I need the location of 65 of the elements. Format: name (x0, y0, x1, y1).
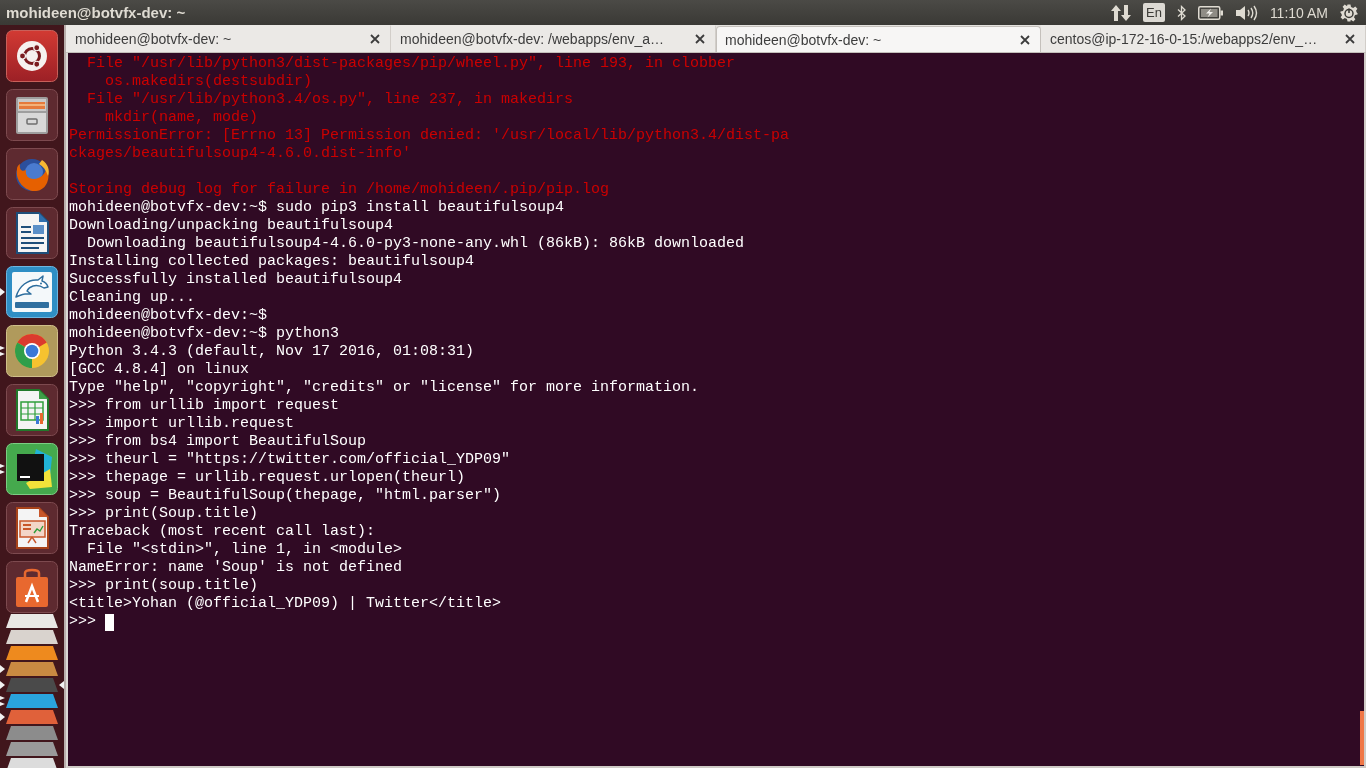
terminal-line: Installing collected packages: beautifulsoup4 (69, 253, 475, 271)
error-output-line: File "/usr/lib/python3.4/os.py", line 237, in makedirs (86, 91, 574, 109)
power-gear-icon[interactable] (1340, 3, 1358, 22)
ring-logo-icon[interactable] (6, 30, 58, 82)
terminal-line: Downloading beautifulsoup4-4.6.0-py3-none-any.whl (86kB): 86kB downloaded (86, 235, 745, 253)
folded-app-icon[interactable] (6, 758, 58, 768)
terminal-tab[interactable]: mohideen@botvfx-dev: ~ (66, 25, 391, 52)
error-output-line: File "/usr/lib/python3/dist-packages/pip/wheel.py", line 193, in clobber (86, 55, 736, 73)
terminal-tab[interactable]: mohideen@botvfx-dev: /webapps/env_a… (391, 25, 716, 52)
terminal-line: mohideen@botvfx-dev:~$ sudo pip3 install beautifulsoup4 (69, 199, 565, 217)
terminal-tab[interactable]: mohideen@botvfx-dev: ~ (716, 26, 1041, 52)
terminal-line: Downloading/unpacking beautifulsoup4 (69, 217, 394, 235)
error-output-line: ckages/beautifulsoup4-4.6.0.dist-info' (69, 145, 412, 163)
terminal-line: >>> thepage = urllib.request.urlopen(theurl) (69, 469, 466, 487)
terminal-line: File "<stdin>", line 1, in <module> (86, 541, 403, 559)
terminal-line: >>> from bs4 import BeautifulSoup (69, 433, 367, 451)
battery-charging-icon[interactable] (1197, 5, 1223, 20)
volume-icon[interactable] (1234, 4, 1258, 21)
close-icon[interactable] (1345, 34, 1355, 44)
bluetooth-icon[interactable] (1176, 4, 1186, 21)
color-wheel-icon[interactable] (6, 325, 58, 377)
close-icon[interactable] (370, 34, 380, 44)
terminal-line: >>> theurl = "https://twitter.com/official_YDP09" (69, 451, 511, 469)
terminal-line: Type "help", "copyright", "credits" or "license" for more information. (69, 379, 700, 397)
terminal-line: mohideen@botvfx-dev:~$ (69, 307, 268, 325)
keyboard-layout-indicator[interactable]: En (1142, 3, 1165, 22)
error-output-line: PermissionError: [Errno 13] Permission denied: '/usr/local/lib/python3.4/dist-pa (69, 127, 790, 145)
folded-app-icon[interactable] (6, 646, 58, 660)
folded-app-icon[interactable] (6, 742, 58, 756)
scrollbar-thumb[interactable] (1360, 711, 1364, 765)
terminal-line: >>> print(soup.title) (69, 577, 259, 595)
folded-app-icon[interactable] (6, 694, 58, 708)
error-output-line: os.makedirs(destsubdir) (104, 73, 313, 91)
presentation-icon[interactable] (6, 502, 58, 554)
spreadsheet-icon[interactable] (6, 384, 58, 436)
terminal-line: <title>Yohan (@official_YDP09) | Twitter</title> (69, 595, 502, 613)
network-arrows-icon[interactable] (1110, 3, 1131, 22)
terminal-line: mohideen@botvfx-dev:~$ python3 (69, 325, 340, 343)
code-editor-icon[interactable] (6, 443, 58, 495)
close-icon[interactable] (1020, 34, 1030, 45)
text-document-icon[interactable] (6, 207, 58, 259)
terminal-line: >>> from urllib import request (69, 397, 340, 415)
terminal-line: NameError: name 'Soup' is not defined (69, 559, 403, 577)
terminal-line: Traceback (most recent call last): (69, 523, 376, 541)
terminal-tab[interactable]: centos@ip-172-16-0-15:/webapps2/env_… (1041, 25, 1366, 52)
terminal-line: >>> soup = BeautifulSoup(thepage, "html.parser") (69, 487, 502, 505)
close-icon[interactable] (695, 34, 705, 44)
text-cursor (105, 613, 114, 631)
terminal-line: >>> import urllib.request (69, 415, 295, 433)
folded-app-icon[interactable] (6, 662, 58, 676)
shopping-bag-icon[interactable] (6, 561, 58, 613)
terminal-line: [GCC 4.8.4] on linux (69, 361, 250, 379)
terminal-line: >>> print(Soup.title) (69, 505, 259, 523)
clock-text[interactable]: 11:10 AM (1269, 4, 1328, 21)
terminal-line: Successfully installed beautifulsoup4 (69, 271, 403, 289)
error-output-line: Storing debug log for failure in /home/mohideen/.pip/pip.log (69, 181, 610, 199)
prompt-text: >>> (69, 613, 96, 631)
file-cabinet-icon[interactable] (6, 89, 58, 141)
terminal-line: Cleaning up... (69, 289, 196, 307)
window-title: mohideen@botvfx-dev: ~ (6, 4, 186, 21)
fox-globe-icon[interactable] (6, 148, 58, 200)
error-output-line: mkdir(name, mode) (104, 109, 259, 127)
terminal-line: Python 3.4.3 (default, Nov 17 2016, 01:08:31) (69, 343, 475, 361)
dolphin-icon[interactable] (6, 266, 58, 318)
folded-app-icon[interactable] (6, 630, 58, 644)
